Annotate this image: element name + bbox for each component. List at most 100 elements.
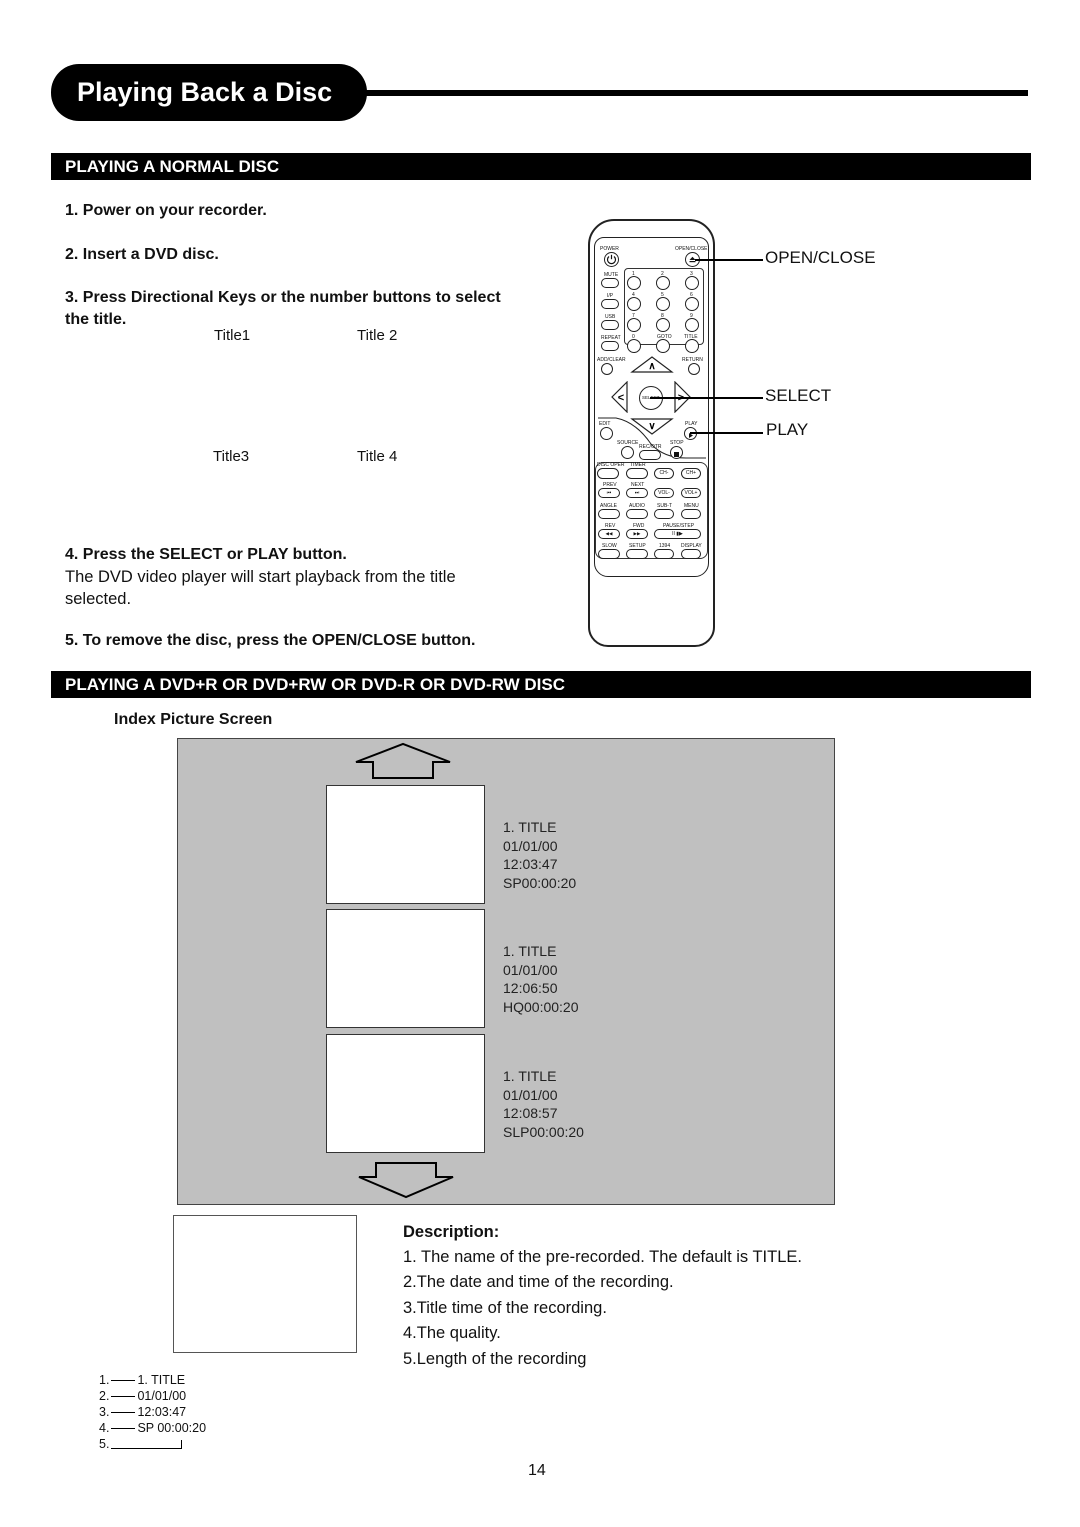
legend-value: 01/01/00 (137, 1389, 187, 1403)
audio-button[interactable] (626, 509, 648, 519)
vol-minus-button[interactable]: VOL- (654, 488, 674, 498)
open-close-callout: OPEN/CLOSE (765, 248, 876, 267)
page-title: Playing Back a Disc (51, 64, 367, 121)
number-key-1[interactable] (627, 276, 641, 290)
pause-step-button[interactable]: II ▮▶ (654, 529, 701, 539)
scroll-up-arrow-icon[interactable] (355, 742, 451, 780)
number-key-2[interactable] (656, 276, 670, 290)
goto-button[interactable] (656, 339, 670, 353)
legend-leader (111, 1380, 136, 1381)
step-3-cont: the title. (65, 311, 127, 328)
sub-t-button[interactable] (654, 509, 674, 519)
repeat-button[interactable] (601, 341, 619, 351)
add-clear-button[interactable] (601, 363, 613, 375)
entry-1-quality: SP00:00:20 (503, 874, 577, 891)
1394-button[interactable] (654, 549, 674, 559)
number-key-9[interactable] (685, 318, 699, 332)
legend-num: 4. (99, 1421, 110, 1435)
vol-plus-button[interactable]: VOL+ (681, 488, 701, 498)
entry-2-info[interactable]: 1. TITLE 01/01/00 12:06:50 HQ00:00:20 (503, 942, 579, 1016)
return-button[interactable] (688, 363, 700, 375)
select-callout: SELECT (765, 386, 832, 405)
number-key-3[interactable] (685, 276, 699, 290)
description-heading: Description: (403, 1223, 500, 1241)
title-label-3: Title3 (213, 448, 250, 465)
entry-3-quality: SLP00:00:20 (503, 1123, 584, 1140)
legend-row-5: 5. (99, 1436, 184, 1452)
number-key-8[interactable] (656, 318, 670, 332)
timer-button[interactable] (626, 468, 648, 479)
thumbnail-1[interactable] (326, 785, 485, 904)
legend-row-3: 3. 12:03:47 (99, 1404, 186, 1420)
step-3: 3. Press Directional Keys or the number … (65, 289, 501, 306)
section-heading-dvd-r: PLAYING A DVD+R OR DVD+RW OR DVD-R OR DV… (51, 671, 1031, 698)
setup-button[interactable] (626, 549, 648, 559)
description-item-1: 1. The name of the pre-recorded. The def… (403, 1248, 802, 1266)
number-key-4[interactable] (627, 297, 641, 311)
rev-button[interactable]: ◀◀ (598, 529, 620, 539)
legend-row-2: 2. 01/01/00 (99, 1388, 186, 1404)
step-5: 5. To remove the disc, press the OPEN/CL… (65, 632, 476, 649)
thumbnail-3[interactable] (326, 1034, 485, 1153)
legend-leader (111, 1428, 136, 1429)
legend-num: 1. (99, 1373, 110, 1387)
entry-2-name: 1. TITLE (503, 943, 557, 959)
title-button[interactable] (685, 339, 699, 353)
entry-1-time: 12:03:47 (503, 856, 558, 872)
slow-button[interactable] (598, 549, 620, 559)
usb-button[interactable] (601, 320, 619, 330)
prev-button[interactable]: ⏮ (598, 488, 620, 498)
power-button[interactable] (604, 252, 619, 267)
step-4: 4. Press the SELECT or PLAY button. (65, 546, 347, 563)
legend-leader (111, 1412, 136, 1413)
number-key-5[interactable] (656, 297, 670, 311)
play-callout: PLAY (766, 420, 809, 439)
disc-oper-button[interactable] (597, 468, 619, 479)
entry-3-info[interactable]: 1. TITLE 01/01/00 12:08:57 SLP00:00:20 (503, 1067, 584, 1141)
number-key-7[interactable] (627, 318, 641, 332)
title-label-4: Title 4 (357, 448, 398, 465)
power-icon (606, 254, 617, 265)
left-icon: < (618, 392, 624, 404)
step-1: 1. Power on your recorder. (65, 202, 267, 219)
ip-button[interactable] (601, 299, 619, 309)
play-button[interactable] (684, 427, 697, 440)
entry-3-time: 12:08:57 (503, 1105, 558, 1121)
legend-num: 5. (99, 1437, 110, 1451)
ch-plus-button[interactable]: CH+ (681, 468, 701, 479)
angle-button[interactable] (598, 509, 620, 519)
stop-button[interactable] (670, 446, 683, 459)
left-arrow-key[interactable]: < (610, 381, 628, 413)
legend-value: SP 00:00:20 (137, 1421, 207, 1435)
fwd-button[interactable]: ▶▶ (626, 529, 648, 539)
display-button[interactable] (681, 549, 701, 559)
source-button[interactable] (621, 446, 634, 459)
ch-minus-button[interactable]: CH- (654, 468, 674, 479)
number-key-6[interactable] (685, 297, 699, 311)
legend-row-1: 1. 1. TITLE (99, 1372, 185, 1388)
title-label-1: Title1 (214, 327, 251, 344)
entry-3-name: 1. TITLE (503, 1068, 557, 1084)
page-number: 14 (528, 1462, 546, 1479)
entry-3-date: 01/01/00 (503, 1086, 558, 1103)
entry-1-info[interactable]: 1. TITLE 01/01/00 12:03:47 SP00:00:20 (503, 818, 576, 892)
up-arrow-key[interactable]: ∧ (630, 355, 674, 373)
description-item-5: 5.Length of the recording (403, 1350, 587, 1368)
legend-leader (111, 1396, 136, 1397)
number-key-0[interactable] (627, 339, 641, 353)
edit-button[interactable] (600, 427, 613, 440)
section-heading-normal-disc: PLAYING A NORMAL DISC (51, 153, 1031, 180)
add-clear-label: ADD/CLEAR (597, 357, 626, 363)
title-label-2: Title 2 (357, 327, 398, 344)
mute-button[interactable] (601, 278, 619, 288)
menu-button[interactable] (681, 509, 701, 519)
sample-thumbnail (173, 1215, 357, 1353)
rec-otr-button[interactable] (639, 450, 661, 460)
description-item-3: 3.Title time of the recording. (403, 1299, 607, 1317)
next-button[interactable]: ⏭ (626, 488, 648, 498)
step-4-desc-2: selected. (65, 590, 132, 608)
entry-2-time: 12:06:50 (503, 980, 558, 996)
scroll-down-arrow-icon[interactable] (358, 1161, 454, 1199)
select-callout-line (650, 397, 763, 399)
thumbnail-2[interactable] (326, 909, 485, 1028)
